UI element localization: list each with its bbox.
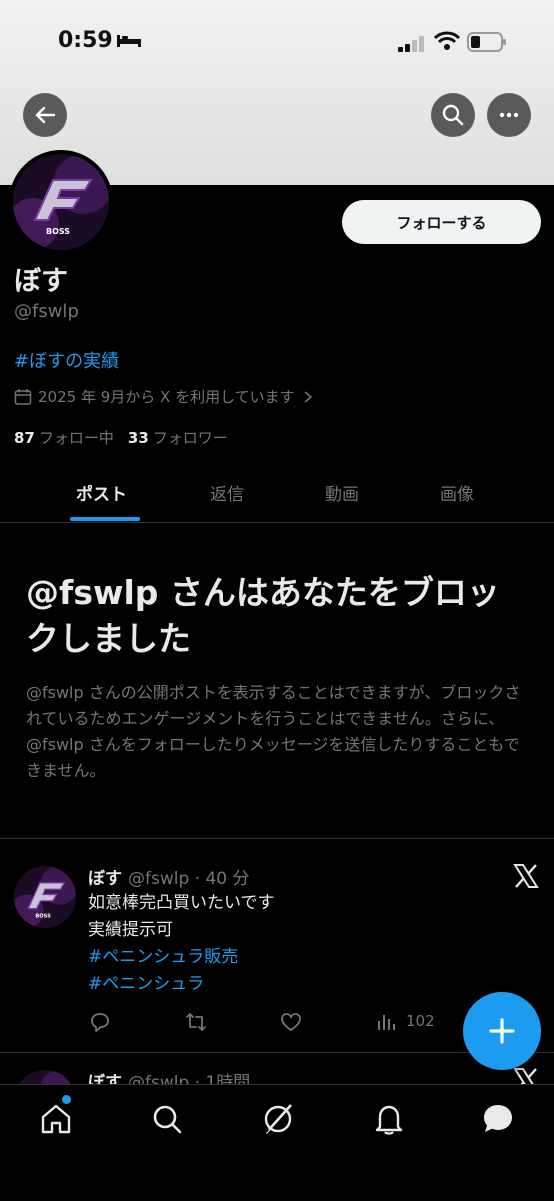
notifications-bell-icon[interactable] — [371, 1101, 407, 1137]
chat-bubble-icon[interactable] — [480, 1101, 516, 1137]
cellular-signal-icon — [398, 36, 424, 52]
profile-tabs: ポスト 返信 動画 画像 — [0, 470, 554, 523]
more-options-button[interactable] — [487, 93, 531, 137]
tweet-avatar[interactable]: BOSS — [14, 866, 76, 928]
grok-icon[interactable] — [260, 1101, 296, 1137]
joined-date[interactable]: 2025 年 9月から X を利用しています — [14, 386, 315, 407]
tweet-header: ぼす @fswlp · 40 分 — [88, 864, 250, 889]
home-notification-dot — [62, 1095, 71, 1104]
joined-date-text: 2025 年 9月から X を利用しています — [38, 388, 295, 406]
tab-posts[interactable]: ポスト — [76, 480, 127, 505]
tweet-meta: @fswlp · 40 分 — [128, 869, 250, 889]
tab-replies[interactable]: 返信 — [210, 480, 244, 505]
tab-videos[interactable]: 動画 — [325, 480, 359, 505]
svg-text:BOSS: BOSS — [35, 914, 51, 920]
bio-hashtag-link[interactable]: #ぼすの実績 — [14, 347, 119, 373]
analytics-icon — [378, 1015, 395, 1030]
search-icon — [442, 104, 464, 126]
views-count: 102 — [406, 1012, 435, 1030]
x-logo-icon — [513, 864, 539, 888]
chevron-right-icon — [304, 390, 312, 403]
follow-button[interactable]: フォローする — [342, 200, 541, 244]
heart-icon — [281, 1013, 301, 1032]
plus-icon — [489, 1018, 515, 1044]
boss-logo-avatar: BOSS — [14, 866, 76, 928]
profile-avatar[interactable]: BOSS — [9, 150, 113, 254]
blocked-notice-description: @fswlp さんの公開ポストを表示することはできますが、ブロックされているため… — [26, 683, 521, 780]
repost-button[interactable] — [184, 1010, 208, 1034]
tweet-author-name[interactable]: ぼす — [88, 864, 122, 889]
repost-icon — [186, 1013, 206, 1031]
explore-search-icon[interactable] — [149, 1101, 185, 1137]
status-time: 0:59 — [58, 28, 113, 53]
tweet-line: 実績提示可 — [88, 920, 173, 940]
more-dots-icon — [499, 112, 519, 118]
blocked-notice-title: @fswlp さんはあなたをブロックしました — [26, 573, 500, 658]
like-button[interactable] — [279, 1010, 303, 1034]
tweet-text: 如意棒完凸買いたいです 実績提示可 #ペニンシュラ販売 #ペニンシュラ — [88, 890, 275, 998]
divider — [0, 838, 554, 839]
tweet-hashtag-link[interactable]: #ペニンシュラ販売 — [88, 944, 275, 971]
bottom-navigation — [0, 1084, 554, 1201]
tab-images[interactable]: 画像 — [440, 480, 474, 505]
follow-stats: 87 フォロー中 33 フォロワー — [14, 427, 228, 448]
arrow-left-icon — [35, 106, 56, 124]
sleep-focus-icon — [117, 35, 141, 47]
active-tab-indicator — [70, 517, 140, 521]
reply-button[interactable] — [88, 1010, 112, 1034]
home-icon[interactable] — [38, 1101, 74, 1137]
compose-post-button[interactable] — [463, 992, 541, 1070]
tweet-hashtag-link[interactable]: #ペニンシュラ — [88, 971, 275, 998]
views-button[interactable]: 102 — [376, 1010, 435, 1032]
profile-name: ぼす — [14, 266, 68, 297]
following-link[interactable]: 87 フォロー中 — [14, 427, 114, 448]
calendar-icon — [14, 388, 32, 405]
wifi-icon — [434, 31, 460, 50]
reply-icon — [91, 1013, 109, 1032]
followers-link[interactable]: 33 フォロワー — [128, 427, 228, 448]
tweet-line: 如意棒完凸買いたいです — [88, 893, 275, 913]
back-button[interactable] — [23, 93, 67, 137]
boss-logo-avatar: BOSS — [13, 154, 109, 250]
search-button[interactable] — [431, 93, 475, 137]
battery-icon — [467, 32, 506, 52]
svg-text:BOSS: BOSS — [46, 227, 70, 236]
profile-handle: @fswlp — [14, 301, 79, 322]
